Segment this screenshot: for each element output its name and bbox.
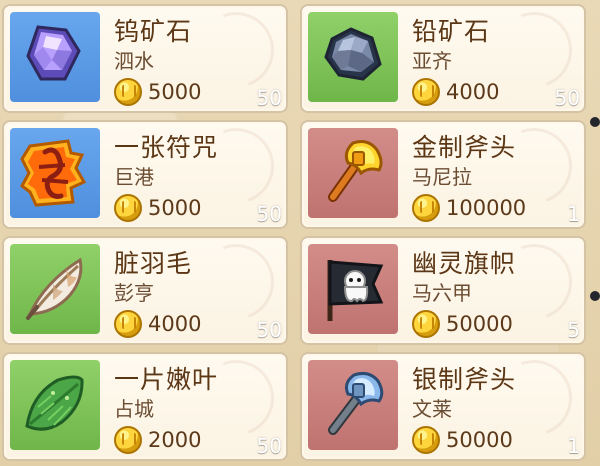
item-location: 马尼拉 (412, 165, 472, 189)
item-icon-frame (10, 128, 100, 218)
item-grid: 50 钨矿石 泗水 5000 50 铅矿石 亚齐 4000 50 一张符咒 巨港… (2, 4, 586, 462)
item-name: 一张符咒 (114, 133, 219, 162)
price-row: 50000 (412, 426, 574, 454)
coin-icon (114, 78, 142, 106)
coin-icon (412, 310, 440, 338)
item-card-ghost-flag[interactable]: 5 幽灵旗帜 马六甲 50000 (300, 236, 586, 345)
item-info: 一张符咒 巨港 5000 (114, 134, 276, 222)
scroll-rail[interactable] (590, 0, 600, 466)
item-icon-frame (10, 360, 100, 450)
item-price: 100000 (446, 196, 527, 220)
item-name: 金制斧头 (412, 133, 517, 162)
price-row: 100000 (412, 194, 574, 222)
price-row: 2000 (114, 426, 276, 454)
item-icon-frame (308, 128, 398, 218)
scroll-indicator (590, 117, 600, 127)
coin-icon (114, 310, 142, 338)
lead-ore-icon (308, 12, 398, 102)
item-name: 铅矿石 (412, 17, 491, 46)
item-card-talisman[interactable]: 50 一张符咒 巨港 5000 (2, 120, 288, 229)
coin-icon (114, 194, 142, 222)
item-location: 巨港 (114, 165, 154, 189)
tender-leaf-icon (10, 360, 100, 450)
item-price: 5000 (148, 80, 202, 104)
item-icon-frame (10, 244, 100, 334)
talisman-icon (10, 128, 100, 218)
coin-icon (412, 78, 440, 106)
price-row: 4000 (114, 310, 276, 338)
item-name: 银制斧头 (412, 365, 517, 394)
item-location: 文莱 (412, 397, 452, 421)
item-price: 50000 (446, 428, 513, 452)
price-row: 5000 (114, 78, 276, 106)
silver-axe-icon (308, 360, 398, 450)
item-info: 金制斧头 马尼拉 100000 (412, 134, 574, 222)
item-icon-frame (308, 244, 398, 334)
scroll-indicator (590, 291, 600, 301)
item-location: 泗水 (114, 49, 154, 73)
item-card-dirty-feather[interactable]: 50 脏羽毛 彭亨 4000 (2, 236, 288, 345)
item-info: 铅矿石 亚齐 4000 (412, 18, 574, 106)
item-location: 占城 (114, 397, 154, 421)
price-row: 50000 (412, 310, 574, 338)
item-location: 马六甲 (412, 281, 472, 305)
price-row: 5000 (114, 194, 276, 222)
gold-axe-icon (308, 128, 398, 218)
item-info: 钨矿石 泗水 5000 (114, 18, 276, 106)
item-card-silver-axe[interactable]: 1 银制斧头 文莱 50000 (300, 352, 586, 461)
item-name: 钨矿石 (114, 17, 193, 46)
item-price: 2000 (148, 428, 202, 452)
item-info: 银制斧头 文莱 50000 (412, 366, 574, 454)
item-card-tender-leaf[interactable]: 50 一片嫩叶 占城 2000 (2, 352, 288, 461)
item-info: 一片嫩叶 占城 2000 (114, 366, 276, 454)
price-row: 4000 (412, 78, 574, 106)
item-price: 4000 (446, 80, 500, 104)
item-info: 幽灵旗帜 马六甲 50000 (412, 250, 574, 338)
item-card-gold-axe[interactable]: 1 金制斧头 马尼拉 100000 (300, 120, 586, 229)
item-card-lead-ore[interactable]: 50 铅矿石 亚齐 4000 (300, 4, 586, 113)
item-name: 脏羽毛 (114, 249, 193, 278)
item-price: 4000 (148, 312, 202, 336)
item-card-tungsten-ore[interactable]: 50 钨矿石 泗水 5000 (2, 4, 288, 113)
coin-icon (412, 426, 440, 454)
ghost-flag-icon (308, 244, 398, 334)
item-info: 脏羽毛 彭亨 4000 (114, 250, 276, 338)
item-price: 5000 (148, 196, 202, 220)
coin-icon (412, 194, 440, 222)
item-icon-frame (308, 12, 398, 102)
item-name: 幽灵旗帜 (412, 249, 517, 278)
item-icon-frame (10, 12, 100, 102)
item-price: 50000 (446, 312, 513, 336)
item-icon-frame (308, 360, 398, 450)
dirty-feather-icon (10, 244, 100, 334)
item-name: 一片嫩叶 (114, 365, 219, 394)
tungsten-ore-icon (10, 12, 100, 102)
item-location: 亚齐 (412, 49, 452, 73)
coin-icon (114, 426, 142, 454)
item-location: 彭亨 (114, 281, 154, 305)
